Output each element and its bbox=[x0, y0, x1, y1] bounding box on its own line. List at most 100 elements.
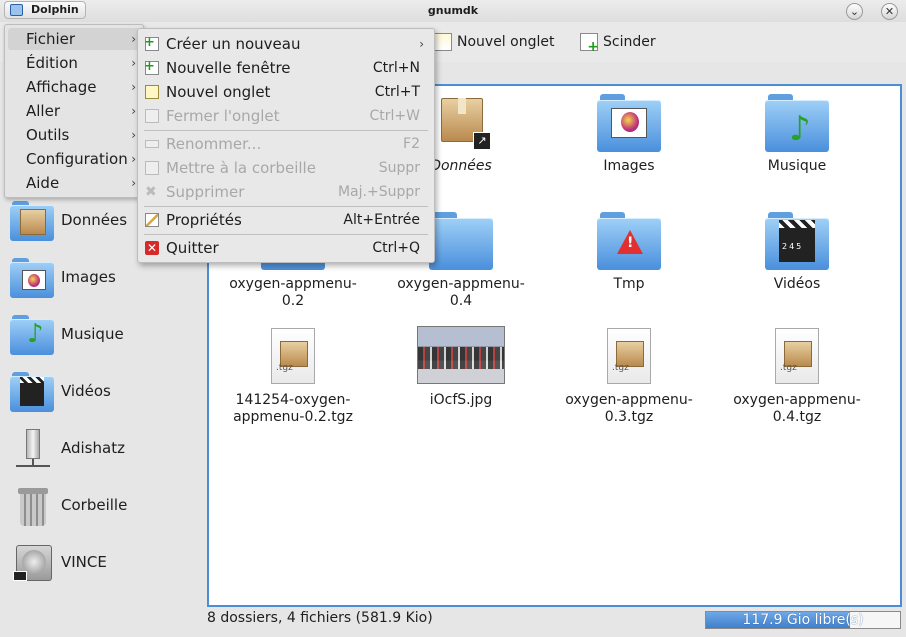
shortcut-label: Ctrl+W bbox=[369, 108, 420, 124]
file-label: Tmp bbox=[613, 276, 645, 292]
box-folder-icon bbox=[10, 199, 54, 241]
file-item-oxygen-0-3-tgz[interactable]: .tgz oxygen-appmenu- 0.3.tgz bbox=[554, 326, 704, 426]
file-item-images[interactable]: Images bbox=[554, 92, 704, 175]
place-videos[interactable]: Vidéos bbox=[4, 363, 200, 420]
menu-item-properties[interactable]: Propriétés Alt+Entrée bbox=[142, 208, 430, 232]
chevron-right-icon: › bbox=[131, 128, 136, 142]
create-new-icon bbox=[144, 31, 159, 55]
place-label: VINCE bbox=[61, 553, 107, 571]
box-folder-link-icon: ↗ bbox=[429, 92, 493, 152]
trash-icon bbox=[145, 161, 159, 175]
shortcut-label: Suppr bbox=[378, 160, 420, 176]
menu-item-quit[interactable]: ✕ Quitter Ctrl+Q bbox=[142, 236, 430, 260]
split-button[interactable]: Scinder bbox=[580, 29, 656, 55]
delete-icon: ✖ bbox=[145, 184, 157, 200]
new-tab-button[interactable]: Nouvel onglet bbox=[434, 29, 554, 55]
menu-outils[interactable]: Outils › bbox=[8, 124, 140, 146]
menu-item-new-window[interactable]: Nouvelle fenêtre Ctrl+N bbox=[142, 55, 430, 80]
images-folder-icon bbox=[10, 256, 54, 298]
photo-thumbnail bbox=[417, 326, 505, 386]
menu-item-delete: ✖ Supprimer Maj.+Suppr bbox=[142, 180, 430, 204]
music-folder-icon: ♪ bbox=[765, 92, 829, 152]
menu-separator bbox=[144, 234, 428, 235]
shortcut-label: Ctrl+T bbox=[374, 84, 420, 100]
shortcut-label: Ctrl+N bbox=[372, 60, 420, 76]
place-label: Adishatz bbox=[61, 439, 125, 457]
new-tab-icon bbox=[145, 85, 159, 99]
tgz-archive-icon: .tgz bbox=[261, 326, 325, 386]
place-label: Corbeille bbox=[61, 496, 128, 514]
hard-drive-icon bbox=[10, 541, 54, 583]
menu-separator bbox=[144, 206, 428, 207]
file-label: oxygen-appmenu- 0.4.tgz bbox=[733, 392, 861, 425]
file-label: oxygen-appmenu- 0.3.tgz bbox=[565, 392, 693, 425]
place-label: Images bbox=[61, 268, 116, 286]
place-corbeille[interactable]: Corbeille bbox=[4, 477, 200, 534]
file-label: oxygen-appmenu- 0.2 bbox=[229, 276, 357, 309]
main-menu: Fichier › Édition › Affichage › Aller › Outi… bbox=[4, 24, 144, 198]
split-label: Scinder bbox=[603, 34, 656, 50]
file-item-videos[interactable]: 245 Vidéos bbox=[722, 210, 872, 293]
videos-folder-icon: 245 bbox=[765, 210, 829, 270]
place-label: Musique bbox=[61, 325, 124, 343]
place-vince[interactable]: VINCE bbox=[4, 534, 200, 591]
chevron-right-icon: › bbox=[131, 176, 136, 190]
quit-icon: ✕ bbox=[145, 241, 159, 255]
file-label: Images bbox=[603, 158, 655, 174]
free-space-indicator[interactable]: 117.9 Gio libre(s) bbox=[705, 611, 901, 629]
shortcut-label: Maj.+Suppr bbox=[337, 184, 420, 200]
menu-edition[interactable]: Édition › bbox=[8, 52, 140, 74]
new-tab-icon bbox=[434, 33, 452, 51]
file-item-tmp[interactable]: ! Tmp bbox=[554, 210, 704, 293]
videos-folder-icon bbox=[10, 370, 54, 412]
chevron-right-icon: › bbox=[131, 32, 136, 46]
menu-aide[interactable]: Aide › bbox=[8, 172, 140, 194]
warning-folder-icon: ! bbox=[597, 210, 661, 270]
menu-configuration[interactable]: Configuration › bbox=[8, 148, 140, 170]
folder-icon bbox=[429, 210, 493, 270]
chevron-right-icon: › bbox=[131, 56, 136, 70]
window-title: gnumdk bbox=[427, 4, 479, 17]
free-space-label: 117.9 Gio libre(s) bbox=[742, 612, 864, 628]
menu-separator bbox=[144, 130, 428, 131]
file-item-iocfs-jpg[interactable]: iOcfS.jpg bbox=[386, 326, 536, 409]
file-item-oxygen-0-4-tgz[interactable]: .tgz oxygen-appmenu- 0.4.tgz bbox=[722, 326, 872, 426]
title-bar: Dolphin gnumdk ⌄ ✕ bbox=[0, 0, 906, 22]
menu-aller[interactable]: Aller › bbox=[8, 100, 140, 122]
file-submenu: Créer un nouveau › Nouvelle fenêtre Ctrl… bbox=[137, 28, 435, 263]
tgz-archive-icon: .tgz bbox=[597, 326, 661, 386]
rename-icon bbox=[145, 140, 159, 148]
music-folder-icon: ♪ bbox=[10, 313, 54, 355]
file-item-141254-tgz[interactable]: .tgz 141254-oxygen-appmenu-0.2.tgz bbox=[218, 326, 368, 426]
chevron-right-icon: › bbox=[131, 80, 136, 94]
file-label: iOcfS.jpg bbox=[429, 392, 493, 408]
chevron-right-icon: › bbox=[131, 152, 136, 166]
file-label: oxygen-appmenu- 0.4 bbox=[397, 276, 525, 309]
menu-item-rename: Renommer... F2 bbox=[142, 132, 430, 156]
chevron-right-icon: › bbox=[131, 104, 136, 118]
status-summary: 8 dossiers, 4 fichiers (581.9 Kio) bbox=[207, 610, 433, 626]
place-musique[interactable]: ♪ Musique bbox=[4, 306, 200, 363]
tgz-archive-icon: .tgz bbox=[765, 326, 829, 386]
network-drive-icon bbox=[10, 427, 54, 469]
file-label: Musique bbox=[767, 158, 827, 174]
menu-affichage[interactable]: Affichage › bbox=[8, 76, 140, 98]
close-button[interactable]: ✕ bbox=[881, 3, 898, 20]
properties-icon bbox=[145, 213, 159, 227]
menu-item-create-new[interactable]: Créer un nouveau › bbox=[142, 31, 430, 56]
menu-item-new-tab[interactable]: Nouvel onglet Ctrl+T bbox=[142, 80, 430, 104]
file-item-musique[interactable]: ♪ Musique bbox=[722, 92, 872, 175]
place-label: Vidéos bbox=[61, 382, 111, 400]
menu-item-move-to-trash: Mettre à la corbeille Suppr bbox=[142, 156, 430, 180]
place-adishatz[interactable]: Adishatz bbox=[4, 420, 200, 477]
place-label: Données bbox=[61, 211, 128, 229]
shortcut-label: Alt+Entrée bbox=[343, 212, 420, 228]
file-label: Vidéos bbox=[773, 276, 821, 292]
images-folder-icon bbox=[597, 92, 661, 152]
new-tab-label: Nouvel onglet bbox=[457, 34, 555, 50]
minimize-button[interactable]: ⌄ bbox=[846, 3, 863, 20]
file-label: 141254-oxygen-appmenu-0.2.tgz bbox=[233, 392, 353, 425]
menu-fichier[interactable]: Fichier › bbox=[8, 28, 140, 50]
split-view-icon bbox=[580, 33, 599, 55]
menu-item-close-tab: Fermer l'onglet Ctrl+W bbox=[142, 104, 430, 128]
